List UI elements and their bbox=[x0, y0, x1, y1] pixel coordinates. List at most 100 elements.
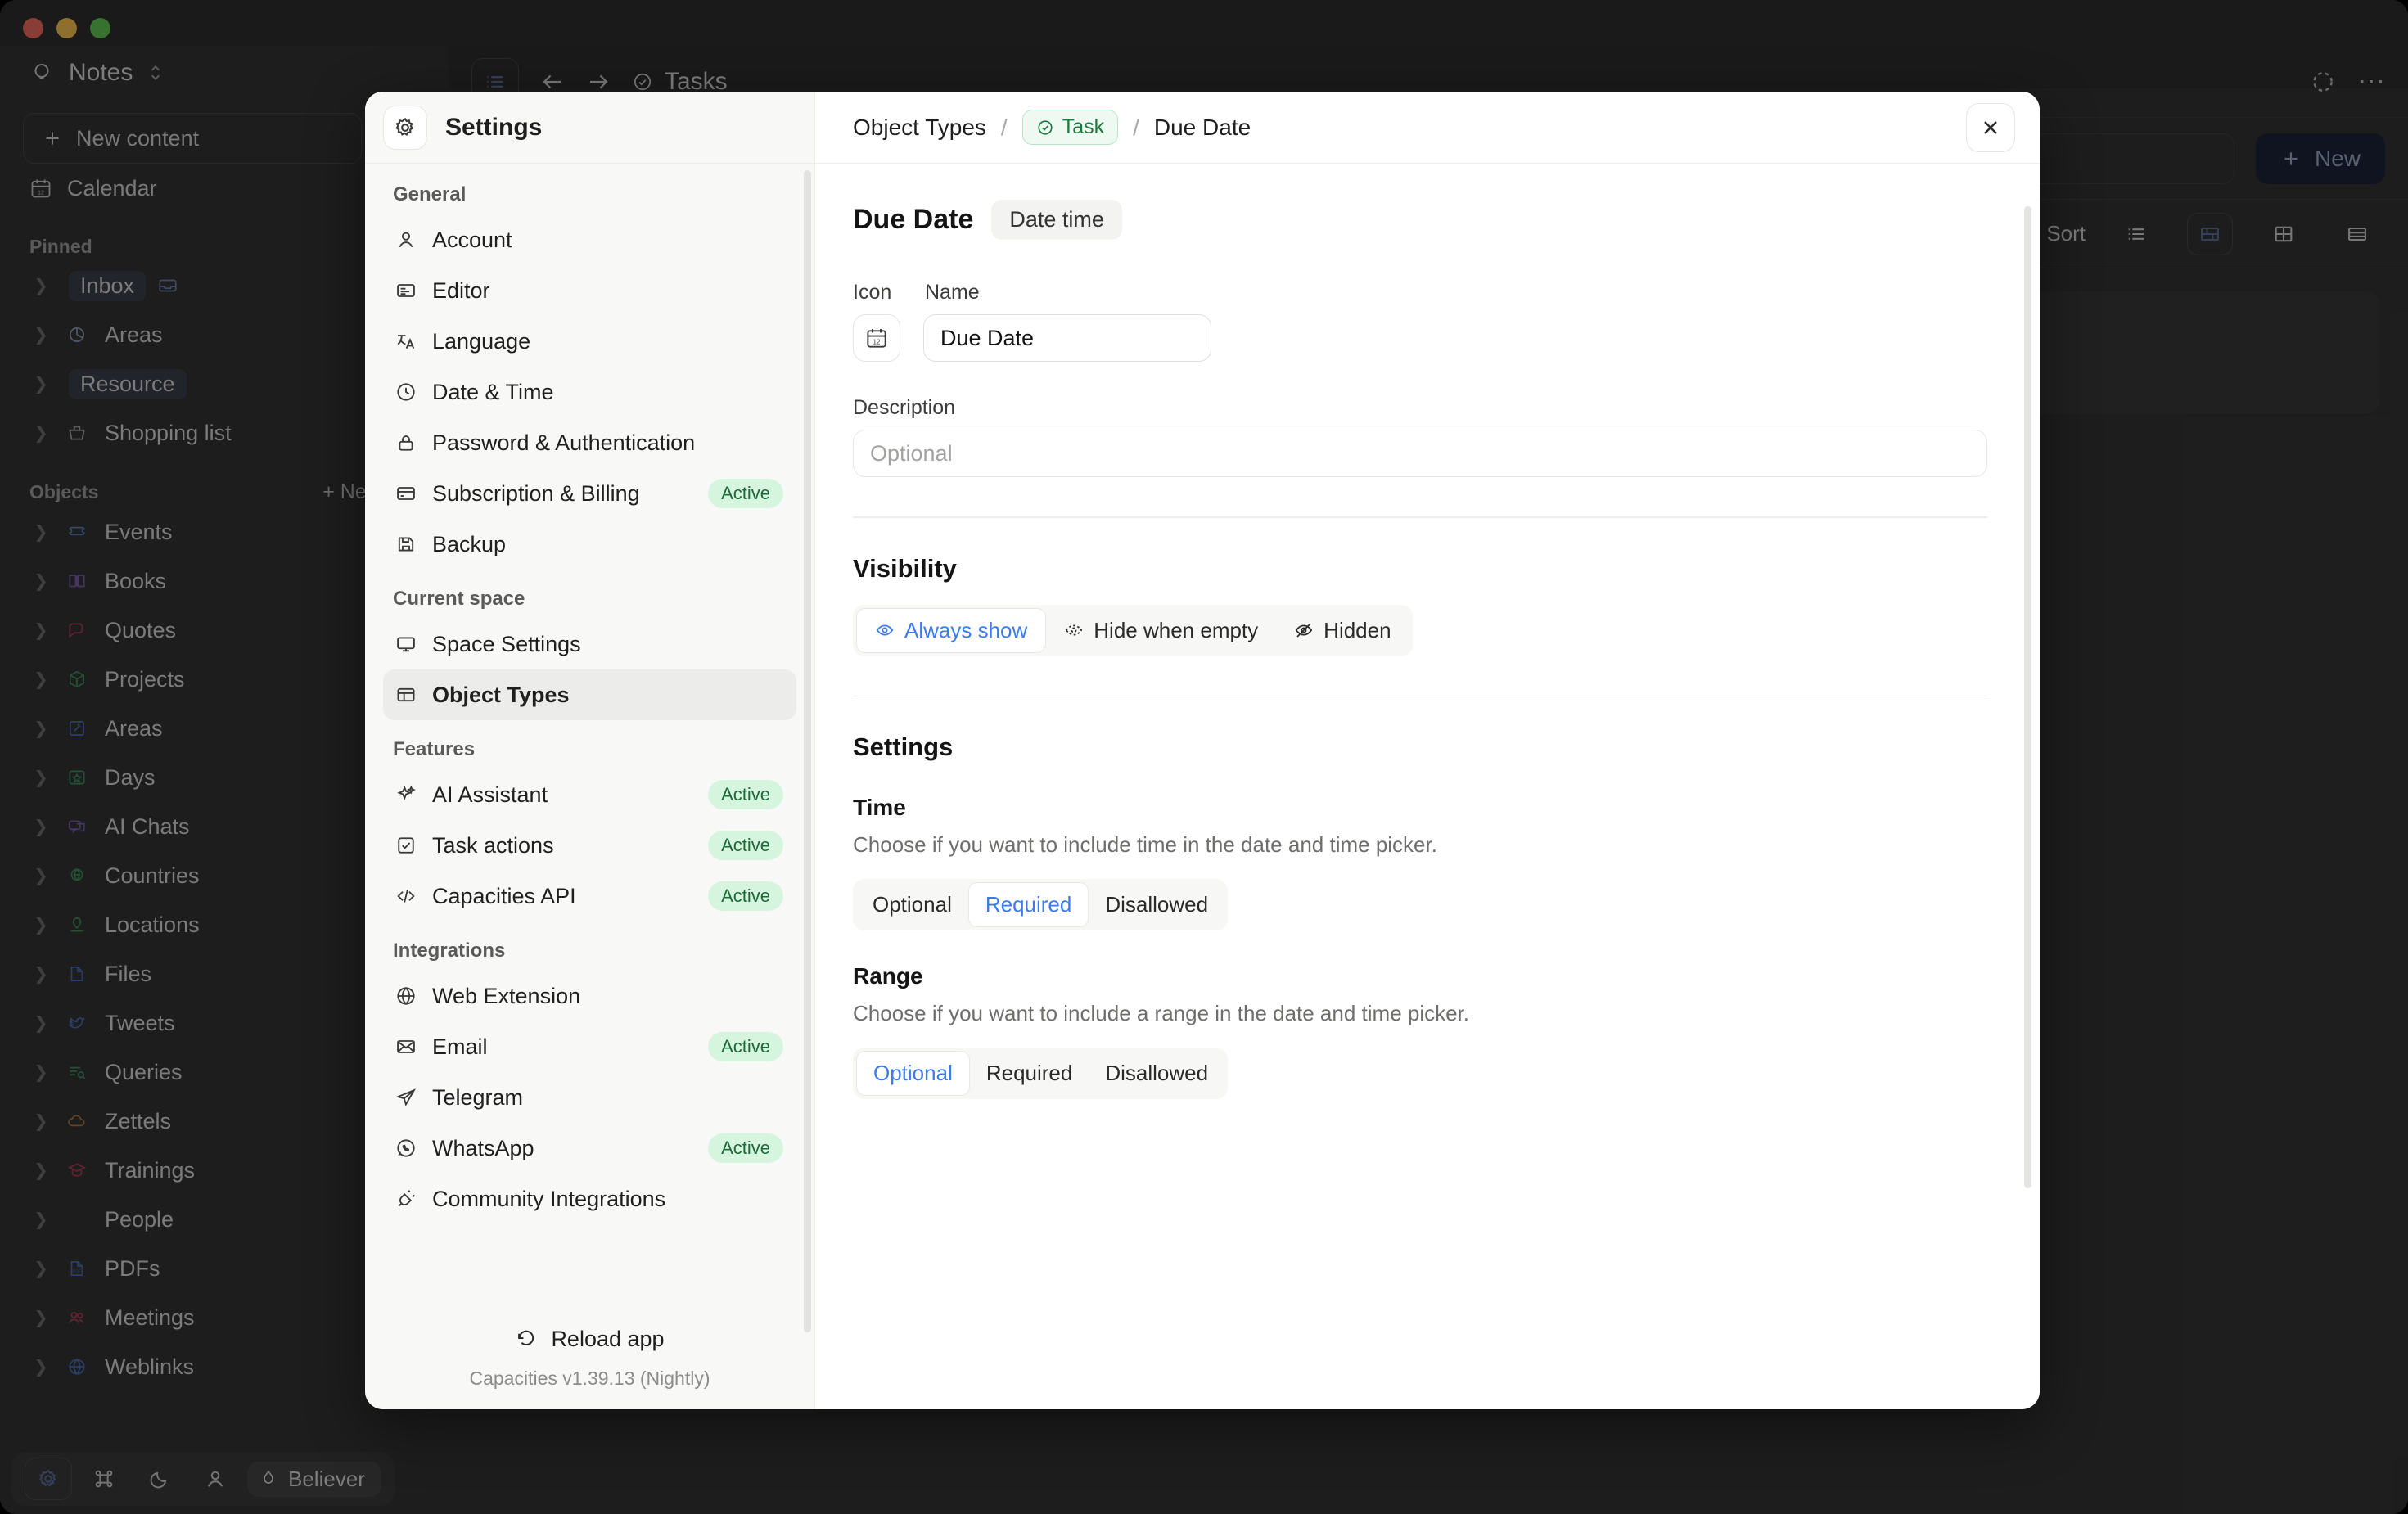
settings-nav-item-account[interactable]: Account bbox=[383, 214, 796, 265]
time-option-optional[interactable]: Optional bbox=[856, 882, 968, 927]
range-option-optional[interactable]: Optional bbox=[856, 1051, 970, 1096]
settings-nav-item-email[interactable]: EmailActive bbox=[383, 1021, 796, 1072]
settings-group-label: General bbox=[393, 183, 796, 206]
field-labels: Icon Name bbox=[853, 281, 2002, 304]
time-option-label: Disallowed bbox=[1105, 892, 1208, 917]
divider bbox=[853, 696, 1987, 697]
breadcrumb-leaf: Due Date bbox=[1154, 115, 1251, 141]
settings-nav-list: General Account Editor Language Date & Time P… bbox=[365, 164, 814, 1310]
checkbox-icon bbox=[395, 834, 432, 857]
property-type-badge[interactable]: Date time bbox=[991, 200, 1122, 240]
settings-detail-body: Due Date Date time Icon Name 12 Descript… bbox=[815, 164, 2040, 1099]
settings-nav-item-label: Date & Time bbox=[432, 380, 783, 405]
paper-plane-icon bbox=[395, 1086, 432, 1109]
visibility-segmented-control: Always show Hide when empty Hidden bbox=[853, 605, 1413, 656]
settings-nav-item-label: Language bbox=[432, 329, 783, 354]
visibility-option-label: Hidden bbox=[1323, 618, 1391, 643]
settings-nav-item-label: Object Types bbox=[432, 683, 783, 708]
range-segmented-control: Optional Required Disallowed bbox=[853, 1048, 1228, 1099]
settings-nav-item-label: Community Integrations bbox=[432, 1187, 783, 1212]
range-option-label: Disallowed bbox=[1105, 1061, 1208, 1086]
visibility-option-hidden[interactable]: Hidden bbox=[1276, 608, 1409, 653]
icon-label: Icon bbox=[853, 281, 925, 304]
reload-app-button[interactable]: Reload app bbox=[365, 1310, 814, 1368]
settings-modal: Settings General Account Editor Language Dat… bbox=[365, 92, 2040, 1409]
settings-nav-item-backup[interactable]: Backup bbox=[383, 519, 796, 570]
visibility-option-label: Always show bbox=[904, 618, 1027, 643]
settings-nav-item-telegram[interactable]: Telegram bbox=[383, 1072, 796, 1123]
settings-nav-header: Settings bbox=[365, 92, 814, 164]
settings-nav-item-whatsapp[interactable]: WhatsAppActive bbox=[383, 1123, 796, 1174]
globe-icon bbox=[395, 985, 432, 1007]
settings-nav-item-capacities-api[interactable]: Capacities APIActive bbox=[383, 871, 796, 921]
settings-nav-item-editor[interactable]: Editor bbox=[383, 265, 796, 316]
settings-nav-item-space-settings[interactable]: Space Settings bbox=[383, 619, 796, 669]
app-window: Notes New content 12 Calendar Pinned bbox=[0, 0, 2408, 1514]
settings-nav-item-label: Password & Authentication bbox=[432, 430, 783, 456]
time-option-disallowed[interactable]: Disallowed bbox=[1089, 882, 1224, 927]
sparkle-icon bbox=[395, 783, 432, 806]
settings-nav-item-label: Telegram bbox=[432, 1085, 783, 1111]
range-option-required[interactable]: Required bbox=[970, 1051, 1089, 1096]
range-option-label: Optional bbox=[873, 1061, 953, 1086]
description-input[interactable] bbox=[853, 430, 1987, 477]
settings-nav-item-web-extension[interactable]: Web Extension bbox=[383, 971, 796, 1021]
whatsapp-icon bbox=[395, 1137, 432, 1160]
settings-nav-scrollbar[interactable] bbox=[804, 170, 811, 1332]
eye-off-icon bbox=[1294, 620, 1314, 640]
range-label: Range bbox=[853, 963, 2002, 989]
credit-card-icon bbox=[395, 482, 432, 505]
settings-group-label: Current space bbox=[393, 588, 796, 611]
eye-icon bbox=[875, 620, 895, 640]
envelope-icon bbox=[395, 1035, 432, 1058]
settings-nav-item-community-integrations[interactable]: Community Integrations bbox=[383, 1174, 796, 1224]
settings-nav-item-object-types[interactable]: Object Types bbox=[383, 669, 796, 720]
settings-nav-item-task-actions[interactable]: Task actionsActive bbox=[383, 820, 796, 871]
breadcrumb-type-pill[interactable]: Task bbox=[1022, 110, 1118, 145]
svg-text:12: 12 bbox=[873, 339, 881, 346]
settings-nav-item-language[interactable]: Language bbox=[383, 316, 796, 367]
settings-nav-item-label: Space Settings bbox=[432, 632, 783, 657]
code-icon bbox=[395, 885, 432, 908]
settings-nav-item-label: Backup bbox=[432, 532, 783, 557]
settings-nav-item-ai-assistant[interactable]: AI AssistantActive bbox=[383, 769, 796, 820]
settings-nav-item-subscription-billing[interactable]: Subscription & BillingActive bbox=[383, 468, 796, 519]
plug-icon bbox=[395, 1187, 432, 1210]
name-input[interactable] bbox=[923, 314, 1211, 362]
range-option-disallowed[interactable]: Disallowed bbox=[1089, 1051, 1224, 1096]
lock-icon bbox=[395, 431, 432, 454]
time-label: Time bbox=[853, 795, 2002, 821]
breadcrumb-separator: / bbox=[1133, 115, 1139, 141]
calendar-icon[interactable]: 12 bbox=[853, 314, 900, 362]
detail-scrollbar[interactable] bbox=[2024, 206, 2031, 1188]
settings-nav-item-date-time[interactable]: Date & Time bbox=[383, 367, 796, 417]
property-header: Due Date Date time bbox=[853, 200, 2002, 240]
status-badge: Active bbox=[708, 881, 783, 911]
settings-detail-panel: Object Types / Task / Due Date Due Date bbox=[815, 92, 2040, 1409]
visibility-option-always-show[interactable]: Always show bbox=[856, 608, 1046, 653]
close-icon[interactable] bbox=[1966, 103, 2015, 152]
settings-nav-item-label: Subscription & Billing bbox=[432, 481, 708, 507]
eye-dashed-icon bbox=[1064, 620, 1084, 640]
settings-nav-item-password-authentication[interactable]: Password & Authentication bbox=[383, 417, 796, 468]
settings-nav-item-label: Editor bbox=[432, 278, 783, 304]
settings-nav-item-label: Account bbox=[432, 228, 783, 253]
name-label: Name bbox=[925, 281, 980, 304]
icon-name-row: 12 bbox=[853, 314, 2002, 362]
time-description: Choose if you want to include time in th… bbox=[853, 832, 2002, 858]
visibility-heading: Visibility bbox=[853, 554, 2002, 584]
status-badge: Active bbox=[708, 1133, 783, 1163]
description-label: Description bbox=[853, 396, 2002, 420]
breadcrumb-root[interactable]: Object Types bbox=[853, 115, 986, 141]
reload-icon bbox=[515, 1327, 538, 1350]
settings-group-label: Features bbox=[393, 738, 796, 761]
layout-icon bbox=[395, 683, 432, 706]
person-icon bbox=[395, 228, 432, 251]
visibility-option-hide-when-empty[interactable]: Hide when empty bbox=[1046, 608, 1276, 653]
time-option-required[interactable]: Required bbox=[968, 882, 1089, 927]
editor-icon bbox=[395, 279, 432, 302]
divider bbox=[853, 516, 1987, 518]
settings-nav-item-label: Task actions bbox=[432, 833, 708, 858]
settings-nav-footer: Reload app Capacities v1.39.13 (Nightly) bbox=[365, 1310, 814, 1409]
time-option-label: Optional bbox=[873, 892, 952, 917]
